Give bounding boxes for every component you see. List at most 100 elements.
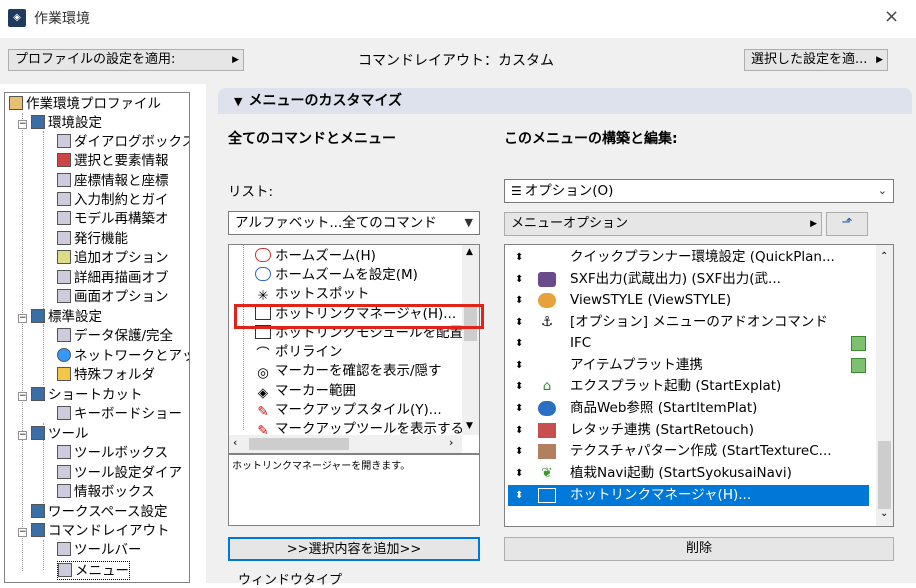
command-label: マーカーを確認を表示/隠す bbox=[275, 363, 442, 379]
move-up-level-button[interactable]: ⬏ bbox=[826, 212, 868, 236]
command-label: ポリライン bbox=[275, 344, 343, 360]
collapse-icon[interactable]: − bbox=[18, 431, 27, 440]
command-list[interactable]: ホームズーム(H) ホームズームを設定(M) ✳ ホットスポット ホットリンクマネ… bbox=[228, 244, 480, 454]
menu-item[interactable]: ⬍ SXF出力(武蔵出力) (SXF出力(武... bbox=[508, 269, 869, 290]
list-item[interactable]: ⌒ ポリライン bbox=[255, 343, 343, 362]
tree-item-infobox[interactable]: 情報ボックス bbox=[57, 483, 155, 502]
list-filter-dropdown[interactable]: アルファベット...全てのコマンド ▼ bbox=[228, 211, 480, 235]
tree-item-coords[interactable]: 座標情報と座標 bbox=[57, 172, 169, 191]
scroll-up-icon[interactable]: ▲ bbox=[466, 247, 473, 257]
collapse-icon[interactable]: − bbox=[18, 314, 27, 323]
menu-item[interactable]: ⬍ ⌂ エクスプラット起動 (StartExplat) bbox=[508, 376, 869, 397]
tree-item-standard[interactable]: 標準設定 bbox=[31, 308, 102, 327]
vertical-scrollbar[interactable]: ⌃ ⌄ bbox=[876, 245, 893, 526]
list-item[interactable]: ホームズームを設定(M) bbox=[255, 266, 418, 285]
submenu-button[interactable]: メニューオプション ▶ bbox=[504, 212, 822, 236]
scroll-up-icon[interactable]: ⌃ bbox=[880, 251, 888, 262]
menu-item-selected[interactable]: ⬍ ホットリンクマネージャ(H)... bbox=[508, 485, 869, 506]
tree-item-keyboard[interactable]: キーボードショー bbox=[57, 405, 182, 424]
list-item[interactable]: ホームズーム(H) bbox=[255, 247, 376, 266]
tree-item-tool-settings[interactable]: ツール設定ダイア bbox=[57, 464, 182, 483]
arrow-right-icon: ▶ bbox=[810, 219, 817, 229]
addon-icon bbox=[57, 250, 71, 264]
reorder-icon: ⬍ bbox=[515, 381, 524, 392]
tree-item-workspace[interactable]: ワークスペース設定 bbox=[31, 503, 167, 522]
tree-item-menu[interactable]: メニュー bbox=[57, 561, 130, 580]
tree-item-command-layout[interactable]: コマンドレイアウト bbox=[31, 522, 170, 541]
scroll-down-icon[interactable]: ⌄ bbox=[880, 508, 888, 519]
tree-item-publish[interactable]: 発行機能 bbox=[57, 230, 128, 249]
menu-item[interactable]: ⬍ IFC bbox=[508, 333, 869, 354]
apply-selected-button[interactable]: 選択した設定を適... ▶ bbox=[744, 49, 888, 71]
tree-item-screen[interactable]: 画面オプション bbox=[57, 288, 169, 307]
select-icon bbox=[57, 153, 71, 167]
add-selection-button[interactable]: >>選択内容を追加>> bbox=[228, 537, 480, 561]
menu-item[interactable]: ⬍ テクスチャパターン作成 (StartTextureC... bbox=[508, 441, 869, 462]
tree-label: 発行機能 bbox=[74, 231, 128, 247]
tree-label: 環境設定 bbox=[48, 115, 102, 131]
tree-item-toolbar[interactable]: ツールバー bbox=[57, 541, 142, 560]
menu-item-label: ViewSTYLE (ViewSTYLE) bbox=[570, 292, 732, 308]
scroll-thumb[interactable] bbox=[878, 441, 891, 509]
tree-item-profile[interactable]: 作業環境プロファイル bbox=[9, 95, 161, 114]
collapse-triangle-icon: ▼ bbox=[234, 95, 243, 108]
list-item[interactable]: ✎ マークアップスタイル(Y)... bbox=[255, 401, 442, 420]
section-title: メニューのカスタマイズ bbox=[248, 93, 403, 109]
menu-item[interactable]: ⬍ アイテムプラット連携 bbox=[508, 355, 869, 376]
scroll-right-icon[interactable]: › bbox=[449, 436, 453, 449]
tree-item-data-protection[interactable]: データ保護/完全 bbox=[57, 327, 173, 346]
tree-item-model[interactable]: モデル再構築オ bbox=[57, 210, 169, 229]
tree-item-env-settings[interactable]: 環境設定 bbox=[31, 114, 102, 133]
list-label: リスト: bbox=[228, 184, 274, 200]
collapse-icon[interactable]: − bbox=[18, 392, 27, 401]
list-item[interactable]: ◈ マーカー範囲 bbox=[255, 382, 356, 401]
menu-item[interactable]: ⬍ ViewSTYLE (ViewSTYLE) bbox=[508, 290, 869, 311]
tree-item-selection[interactable]: 選択と要素情報 bbox=[57, 152, 169, 171]
menu-item-label: IFC bbox=[570, 335, 592, 351]
shortcut-icon bbox=[31, 387, 45, 401]
collapse-icon[interactable]: − bbox=[18, 120, 27, 129]
dialog-icon bbox=[57, 134, 71, 148]
toolsettings-icon bbox=[57, 465, 71, 479]
delete-button[interactable]: 削除 bbox=[504, 537, 894, 561]
command-label: マークアップスタイル(Y)... bbox=[275, 402, 442, 418]
tree-item-dialog[interactable]: ダイアログボックス bbox=[57, 133, 189, 152]
profile-tree[interactable]: 作業環境プロファイル − 環境設定 ダイアログボックス 選択と要素情報 座標情報… bbox=[4, 92, 190, 583]
menu-item[interactable]: ⬍ レタッチ連携 (StartRetouch) bbox=[508, 420, 869, 441]
data-icon bbox=[57, 328, 71, 342]
list-item[interactable]: ◎ マーカーを確認を表示/隠す bbox=[255, 362, 442, 381]
tree-item-addons[interactable]: 追加オプション bbox=[57, 249, 169, 268]
tree-item-redraw[interactable]: 詳細再描画オブ bbox=[57, 269, 169, 288]
horizontal-scrollbar[interactable]: ‹ › bbox=[229, 435, 462, 453]
menu-select-dropdown[interactable]: ☰ オプション(O) ⌄ bbox=[504, 179, 894, 203]
coord-icon bbox=[57, 173, 71, 187]
section-header[interactable]: ▼ メニューのカスタマイズ bbox=[218, 88, 912, 114]
menu-item[interactable]: ⬍ 商品Web参照 (StartItemPlat) bbox=[508, 398, 869, 419]
scroll-left-icon[interactable]: ‹ bbox=[233, 436, 237, 449]
tree-item-tool[interactable]: ツール bbox=[31, 425, 89, 444]
arrow-right-icon: ▶ bbox=[232, 55, 239, 65]
home-zoom-icon bbox=[255, 248, 271, 262]
tree-label: ショートカット bbox=[48, 387, 143, 403]
menu-item[interactable]: ⬍ ⚓ [オプション] メニューのアドオンコマンド bbox=[508, 312, 869, 333]
chevron-down-icon: ▼ bbox=[464, 216, 473, 229]
viewstyle-icon bbox=[538, 293, 556, 308]
tree-item-toolbox[interactable]: ツールボックス bbox=[57, 444, 168, 463]
list-item[interactable]: ✳ ホットスポット bbox=[255, 285, 369, 304]
submenu-icon bbox=[851, 358, 866, 373]
tree-item-input[interactable]: 入力制約とガイ bbox=[57, 191, 169, 210]
menu-item-label: クイックプランナー環境設定 (QuickPlan... bbox=[570, 249, 835, 265]
retouch-icon bbox=[538, 423, 556, 438]
menu-item[interactable]: ⬍ クイックプランナー環境設定 (QuickPlan... bbox=[508, 247, 869, 268]
tree-item-shortcut[interactable]: ショートカット bbox=[31, 386, 143, 405]
vertical-scrollbar[interactable]: ▲ ▼ bbox=[462, 245, 479, 435]
scroll-thumb[interactable] bbox=[249, 438, 349, 450]
close-icon[interactable]: × bbox=[884, 6, 899, 27]
tree-item-special-folder[interactable]: 特殊フォルダ bbox=[57, 366, 155, 385]
menu-item[interactable]: ⬍ ❦ 植栽Navi起動 (StartSyokusaiNavi) bbox=[508, 463, 869, 484]
collapse-icon[interactable]: − bbox=[18, 528, 27, 537]
tree-item-network[interactable]: ネットワークとアッ bbox=[57, 347, 189, 366]
list-filter-value: アルファベット...全てのコマンド bbox=[235, 215, 437, 231]
apply-profile-button[interactable]: プロファイルの設定を適用: ▶ bbox=[8, 49, 244, 71]
scroll-down-icon[interactable]: ▼ bbox=[466, 421, 473, 431]
